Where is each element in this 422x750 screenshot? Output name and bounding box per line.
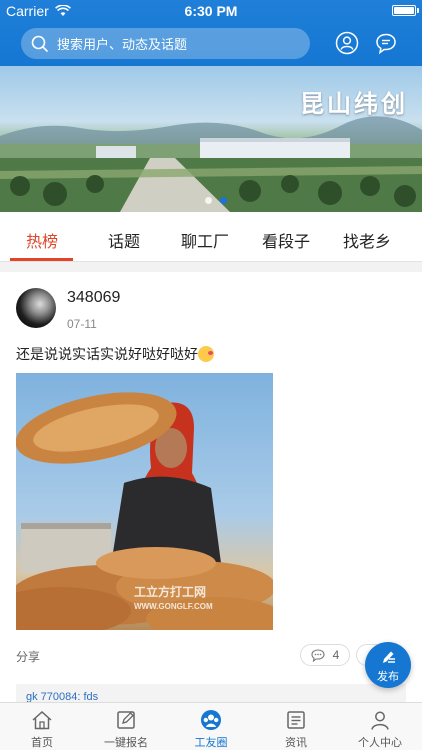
post-card[interactable]: 348069 07-11 还是说说实话实说好哒好哒好 工立方打工网 WWW.GO… [0,272,422,702]
message-icon[interactable] [374,31,398,55]
comment-button[interactable]: 4 [300,644,350,666]
edit-icon [117,711,135,729]
nav-profile[interactable]: 个人中心 [338,703,422,750]
nav-community[interactable]: 工友圈 [169,703,253,750]
search-bar[interactable]: 搜索用户、动态及话题 [21,28,310,59]
kiss-emoji-icon [198,346,214,362]
nav-home[interactable]: 首页 [0,703,84,750]
nav-news-label: 资讯 [285,737,307,749]
tab-hot[interactable]: 热榜 [26,228,58,252]
nav-signup[interactable]: 一键报名 [84,703,168,750]
nav-signup-label: 一键报名 [104,737,148,749]
post-date: 07-11 [67,317,97,331]
community-icon [201,710,221,730]
nav-profile-label: 个人中心 [358,737,402,749]
post-image[interactable]: 工立方打工网 WWW.GONGLF.COM [16,373,273,630]
search-placeholder: 搜索用户、动态及话题 [57,37,188,52]
tab-jokes[interactable]: 看段子 [262,228,310,252]
comment-icon [311,648,325,662]
user-icon[interactable] [335,31,359,55]
carousel-indicator [205,197,227,204]
publish-button[interactable]: 发布 [365,642,411,688]
watermark-text: 工立方打工网 [134,585,207,599]
pencil-icon [383,651,395,663]
status-time: 6:30 PM [184,3,238,19]
nav-home-label: 首页 [31,737,53,749]
image-watermark: 工立方打工网 WWW.GONGLF.COM [134,586,213,613]
search-icon [31,35,49,52]
avatar[interactable] [16,288,56,328]
carousel-dot[interactable] [205,197,212,204]
banner-title: 昆山纬创 [300,90,408,118]
app-header: Carrier 6:30 PM 搜索用户、动态及话题 [0,0,422,66]
publish-label: 发布 [377,671,399,683]
share-button[interactable]: 分享 [16,648,40,665]
status-bar: Carrier 6:30 PM [0,0,422,22]
category-tabs: 热榜 话题 聊工厂 看段子 找老乡 [0,212,422,262]
nav-community-label: 工友圈 [194,737,228,749]
comment-preview[interactable]: gk 770084: fds [16,684,406,702]
tab-hometown[interactable]: 找老乡 [343,228,391,252]
news-icon [287,711,305,729]
comment-count: 4 [332,648,340,662]
tab-factory-talk[interactable]: 聊工厂 [181,228,229,252]
nav-news[interactable]: 资讯 [254,703,338,750]
tab-topics[interactable]: 话题 [108,228,140,252]
battery-icon [392,5,419,16]
post-username[interactable]: 348069 [67,289,120,307]
post-text: 还是说说实话实说好哒好哒好 [16,344,214,364]
bottom-nav: 首页 一键报名 工友圈 资讯 个人中心 [0,702,422,750]
profile-icon [371,711,389,730]
carousel-dot-active[interactable] [220,197,227,204]
post-text-content: 还是说说实话实说好哒好哒好 [16,346,198,362]
tab-active-indicator [10,258,73,261]
banner-carousel[interactable]: 昆山纬创 [0,66,422,212]
home-icon [32,710,52,730]
watermark-url: WWW.GONGLF.COM [134,602,213,611]
